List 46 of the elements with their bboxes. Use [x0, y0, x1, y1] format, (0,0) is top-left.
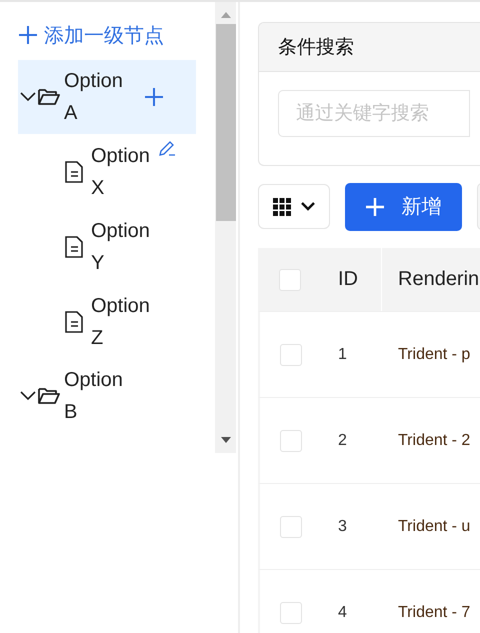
document-icon [65, 310, 83, 332]
add-root-node-button[interactable]: 添加一级节点 [18, 22, 164, 48]
scrollbar[interactable] [215, 2, 236, 453]
plus-icon [18, 25, 38, 45]
table-cell: Trident - u [398, 518, 470, 534]
view-dropdown-button[interactable] [258, 184, 330, 229]
column-header[interactable]: Renderin [382, 268, 480, 291]
scroll-down-icon[interactable] [220, 437, 230, 443]
search-field[interactable]: 通过关键字搜索 [278, 90, 470, 137]
caret-icon [301, 202, 315, 211]
document-icon [65, 236, 83, 258]
table-cell: 2 [338, 432, 347, 450]
node-label: Option Z [91, 294, 151, 350]
table-cell: 1 [338, 346, 347, 364]
checkbox[interactable] [280, 344, 302, 366]
plus-icon [366, 198, 384, 216]
checkbox[interactable] [280, 430, 302, 452]
node-label: Option A [64, 69, 124, 126]
pencil-icon[interactable] [158, 139, 176, 157]
tree-node[interactable]: Option B [18, 359, 196, 433]
column-header[interactable]: ID [322, 248, 382, 311]
card-title: 条件搜索 [278, 36, 354, 60]
tree-node[interactable]: Option Y [18, 209, 196, 284]
table-cell: 4 [338, 604, 347, 622]
node-label: Option X [91, 144, 151, 200]
tree-node[interactable]: Option Z [18, 284, 196, 359]
tree-node[interactable]: Option A [18, 60, 196, 134]
grid-icon [273, 198, 291, 216]
add-button[interactable]: 新增 [345, 182, 462, 230]
chevron-icon [20, 92, 36, 102]
document-icon [65, 160, 83, 182]
tree-node[interactable]: Option X [18, 134, 196, 209]
folder-icon [38, 387, 60, 405]
checkbox[interactable] [280, 602, 302, 624]
node-label: Option B [64, 368, 124, 425]
table-cell: Trident - 2 [398, 432, 470, 448]
node-label: Option Y [91, 218, 151, 276]
plus-icon[interactable] [144, 87, 164, 107]
table-cell: 3 [338, 518, 347, 536]
checkbox[interactable] [280, 516, 302, 538]
checkbox[interactable] [279, 268, 301, 290]
chevron-icon [20, 391, 36, 401]
table-cell: Trident - p [398, 346, 470, 362]
folder-icon [38, 88, 60, 106]
table-cell: Trident - 7 [398, 604, 470, 620]
scroll-up-icon[interactable] [220, 12, 230, 18]
